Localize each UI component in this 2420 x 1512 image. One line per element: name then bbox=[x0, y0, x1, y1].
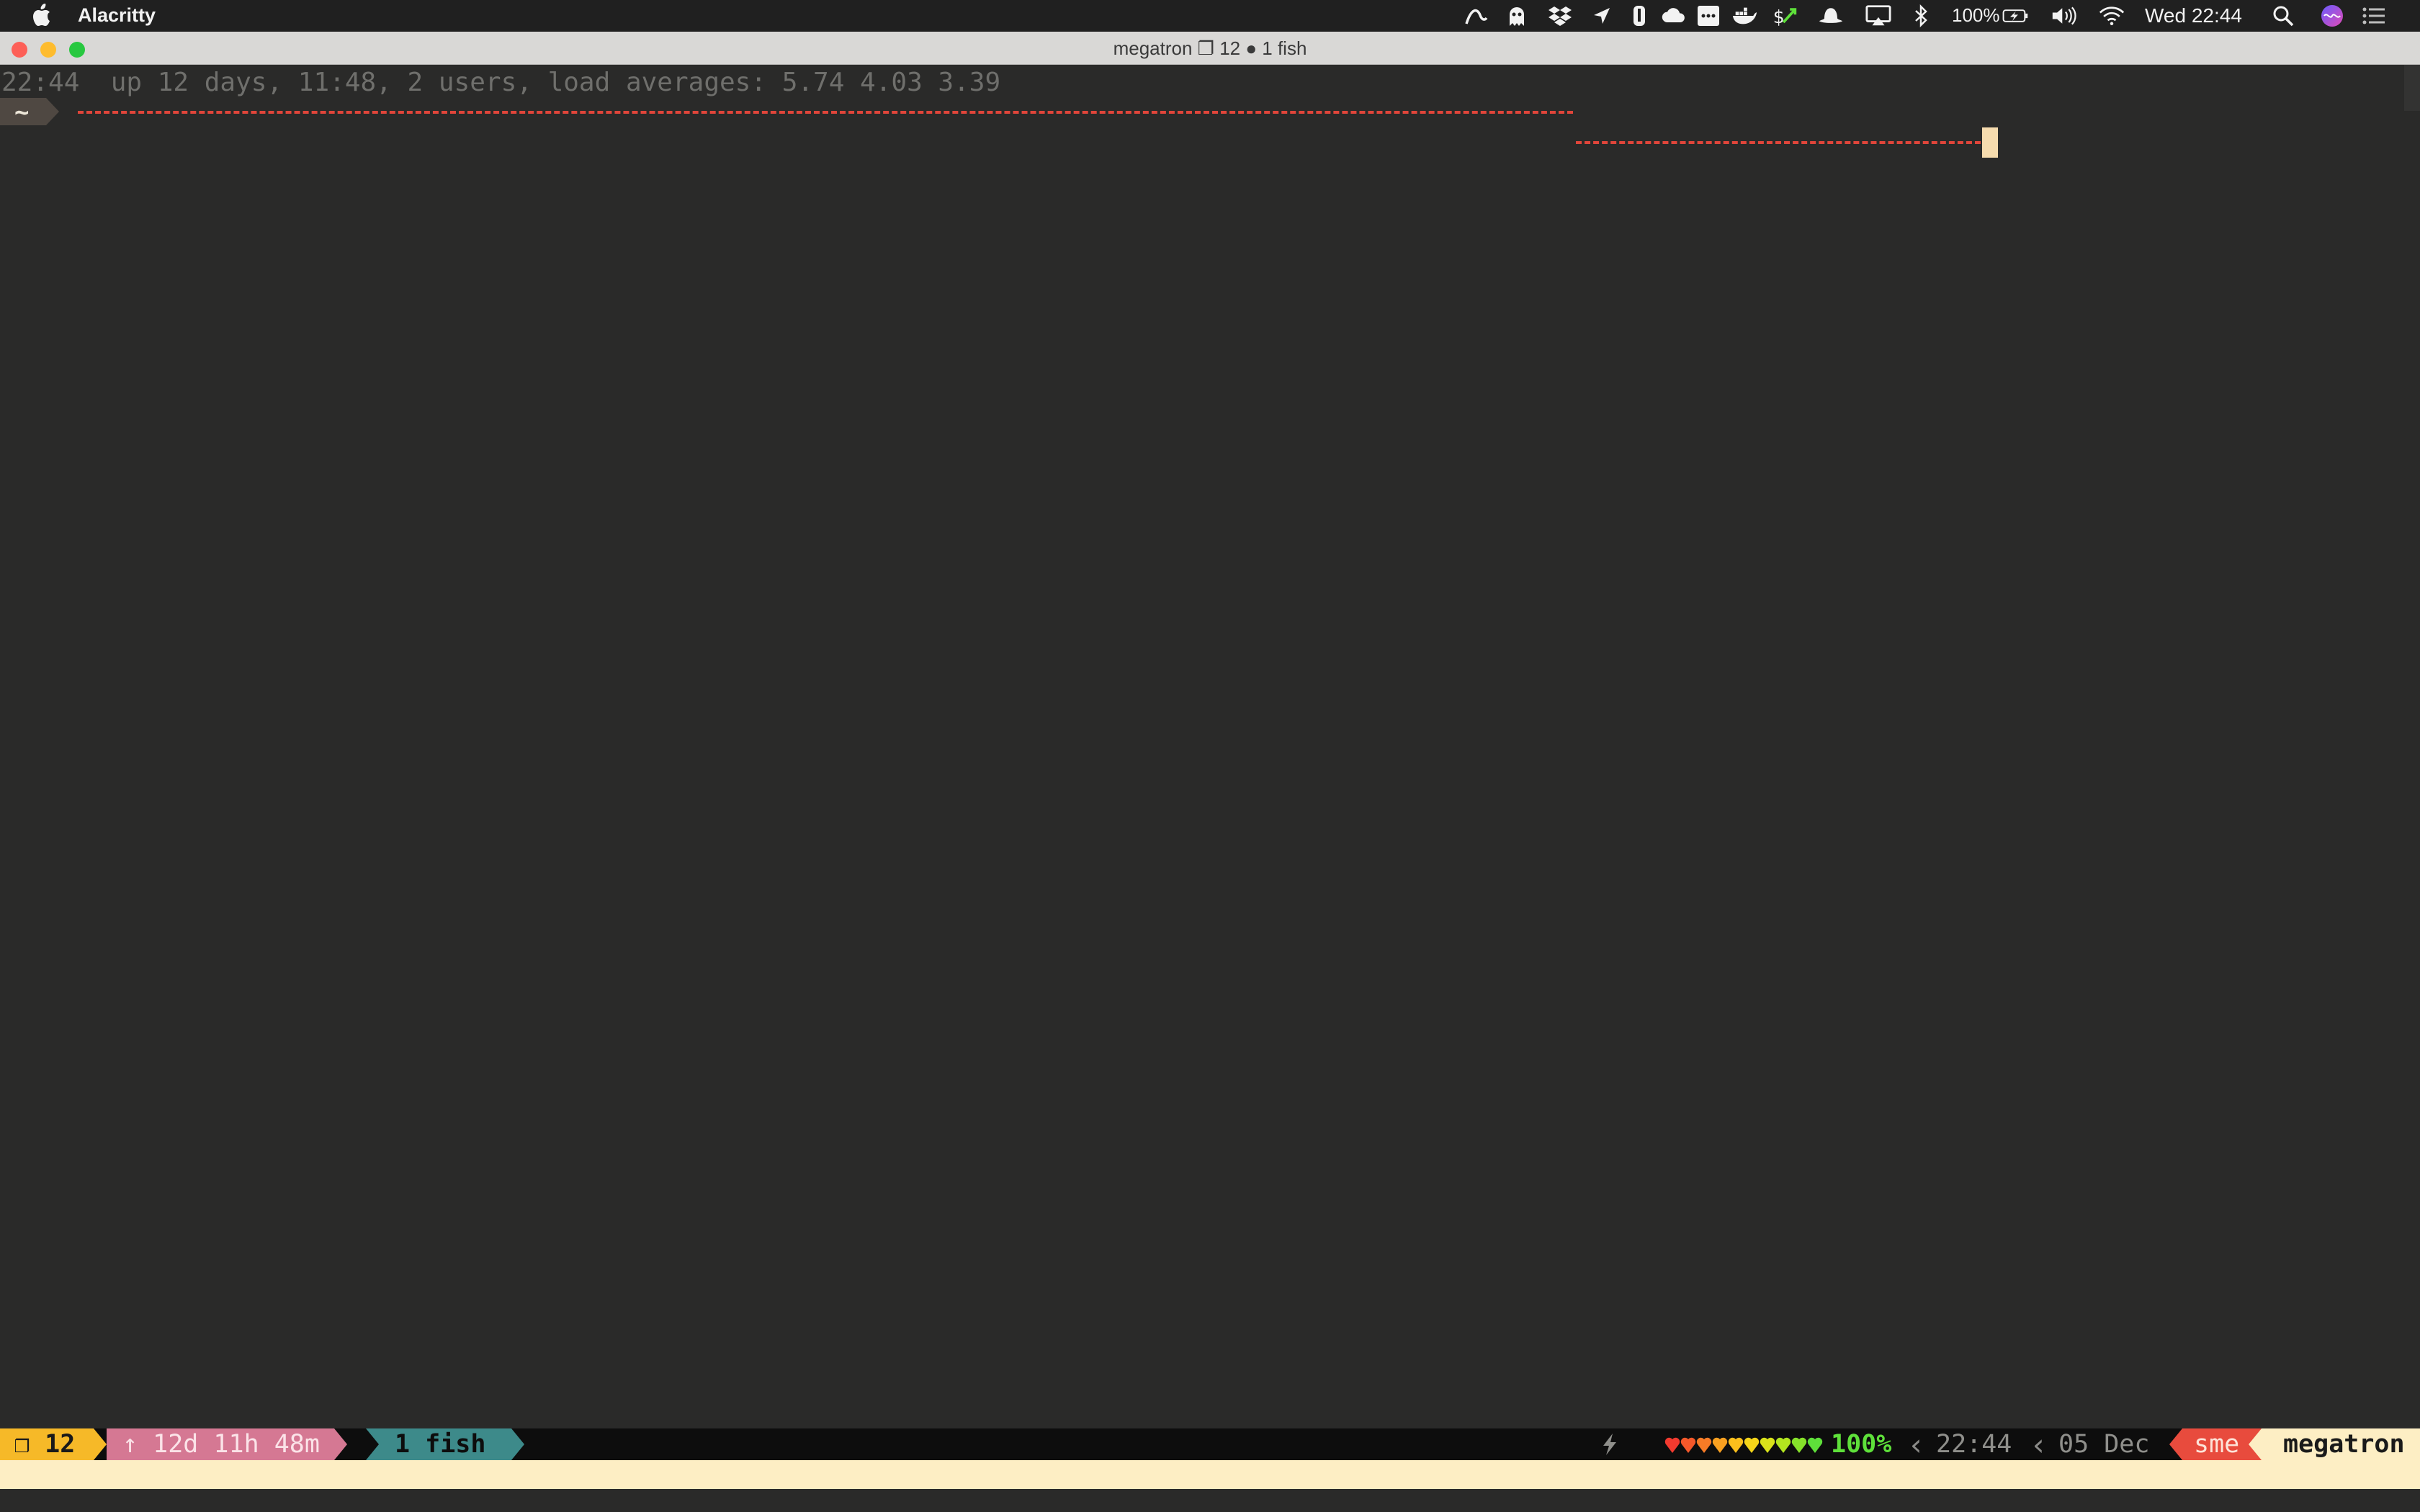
heart-icon bbox=[1775, 1437, 1791, 1453]
window-arrow-in bbox=[366, 1428, 379, 1460]
svg-text:$: $ bbox=[1773, 6, 1785, 27]
session-segment[interactable]: ❐ 12 bbox=[0, 1428, 94, 1460]
uptime-output: 22:44 up 12 days, 11:48, 2 users, load a… bbox=[1, 68, 1001, 97]
apple-icon[interactable] bbox=[29, 3, 52, 27]
heart-icon bbox=[1728, 1437, 1744, 1453]
status-hostname: megatron bbox=[2262, 1428, 2420, 1460]
menu-bar: Alacritty $ 100% Wed 22:44 bbox=[0, 0, 2420, 32]
heart-icon bbox=[1680, 1437, 1696, 1453]
host-arrow bbox=[2249, 1428, 2262, 1460]
uptime-arrow bbox=[334, 1428, 347, 1460]
uptime-segment: ↑ 12d 11h 48m bbox=[107, 1428, 334, 1460]
ghost-icon[interactable] bbox=[1504, 4, 1530, 27]
siri-icon[interactable] bbox=[2319, 4, 2345, 27]
window-title: megatron ❐ 12 ● 1 fish bbox=[1113, 37, 1307, 59]
battery-icon[interactable] bbox=[2002, 4, 2028, 27]
dropbox-icon[interactable] bbox=[1547, 4, 1573, 27]
evernote-icon[interactable] bbox=[1626, 4, 1652, 27]
wifi-icon[interactable] bbox=[2099, 4, 2125, 27]
battery-percent-status: 100% bbox=[1831, 1430, 1892, 1459]
terminal-area[interactable]: 22:44 up 12 days, 11:48, 2 users, load a… bbox=[0, 65, 2420, 1428]
date-separator: ‹ bbox=[2030, 1426, 2048, 1462]
window-arrow-out bbox=[511, 1428, 524, 1460]
stylus-icon[interactable] bbox=[1464, 4, 1489, 27]
heart-icon bbox=[1744, 1437, 1760, 1453]
prompt-rule-continued bbox=[1576, 141, 1981, 144]
status-date: 05 Dec bbox=[2058, 1430, 2150, 1459]
scrollbar[interactable] bbox=[2404, 65, 2420, 111]
prompt-dir-label: ~ bbox=[14, 98, 30, 127]
cloud-icon[interactable] bbox=[1661, 4, 1687, 27]
menubar-clock[interactable]: Wed 22:44 bbox=[2145, 4, 2242, 27]
heart-icon bbox=[1696, 1437, 1712, 1453]
status-time: 22:44 bbox=[1936, 1430, 2012, 1459]
battery-percent[interactable]: 100% bbox=[1952, 4, 2000, 27]
prompt-directory: ~ bbox=[0, 98, 59, 127]
lightning-icon bbox=[1600, 1428, 1619, 1460]
heart-icon bbox=[1712, 1437, 1728, 1453]
hat-icon[interactable] bbox=[1818, 4, 1844, 27]
airplay-icon[interactable] bbox=[1865, 4, 1891, 27]
window-bottom-edge bbox=[0, 1489, 2420, 1512]
window-tab-fish[interactable]: 1 fish bbox=[379, 1428, 511, 1460]
bluetooth-icon[interactable] bbox=[1909, 4, 1935, 27]
text-cursor bbox=[1982, 127, 1998, 158]
dots-icon[interactable] bbox=[1695, 4, 1721, 27]
heart-icon bbox=[1807, 1437, 1823, 1453]
tmux-status-bar: ❐ 12 ↑ 12d 11h 48m 1 fish 100% ‹ 22:44 ‹… bbox=[0, 1426, 2420, 1462]
tmux-message-line[interactable] bbox=[0, 1460, 2420, 1489]
battery-hearts bbox=[1664, 1428, 1824, 1460]
green-s-icon[interactable]: $ bbox=[1772, 4, 1798, 27]
time-separator: ‹ bbox=[1907, 1426, 1926, 1462]
window-titlebar[interactable]: megatron ❐ 12 ● 1 fish bbox=[0, 32, 2420, 65]
volume-icon[interactable] bbox=[2051, 4, 2077, 27]
heart-icon bbox=[1664, 1437, 1680, 1453]
heart-icon bbox=[1791, 1437, 1807, 1453]
app-name[interactable]: Alacritty bbox=[78, 4, 156, 27]
notifications-icon[interactable] bbox=[2361, 4, 2387, 27]
heart-icon bbox=[1760, 1437, 1775, 1453]
user-arrow bbox=[2169, 1428, 2182, 1460]
docker-icon[interactable] bbox=[1731, 4, 1757, 27]
prompt-rule bbox=[78, 111, 1573, 114]
spotlight-icon[interactable] bbox=[2270, 4, 2296, 27]
location-icon[interactable] bbox=[1589, 4, 1615, 27]
session-arrow bbox=[94, 1428, 107, 1460]
